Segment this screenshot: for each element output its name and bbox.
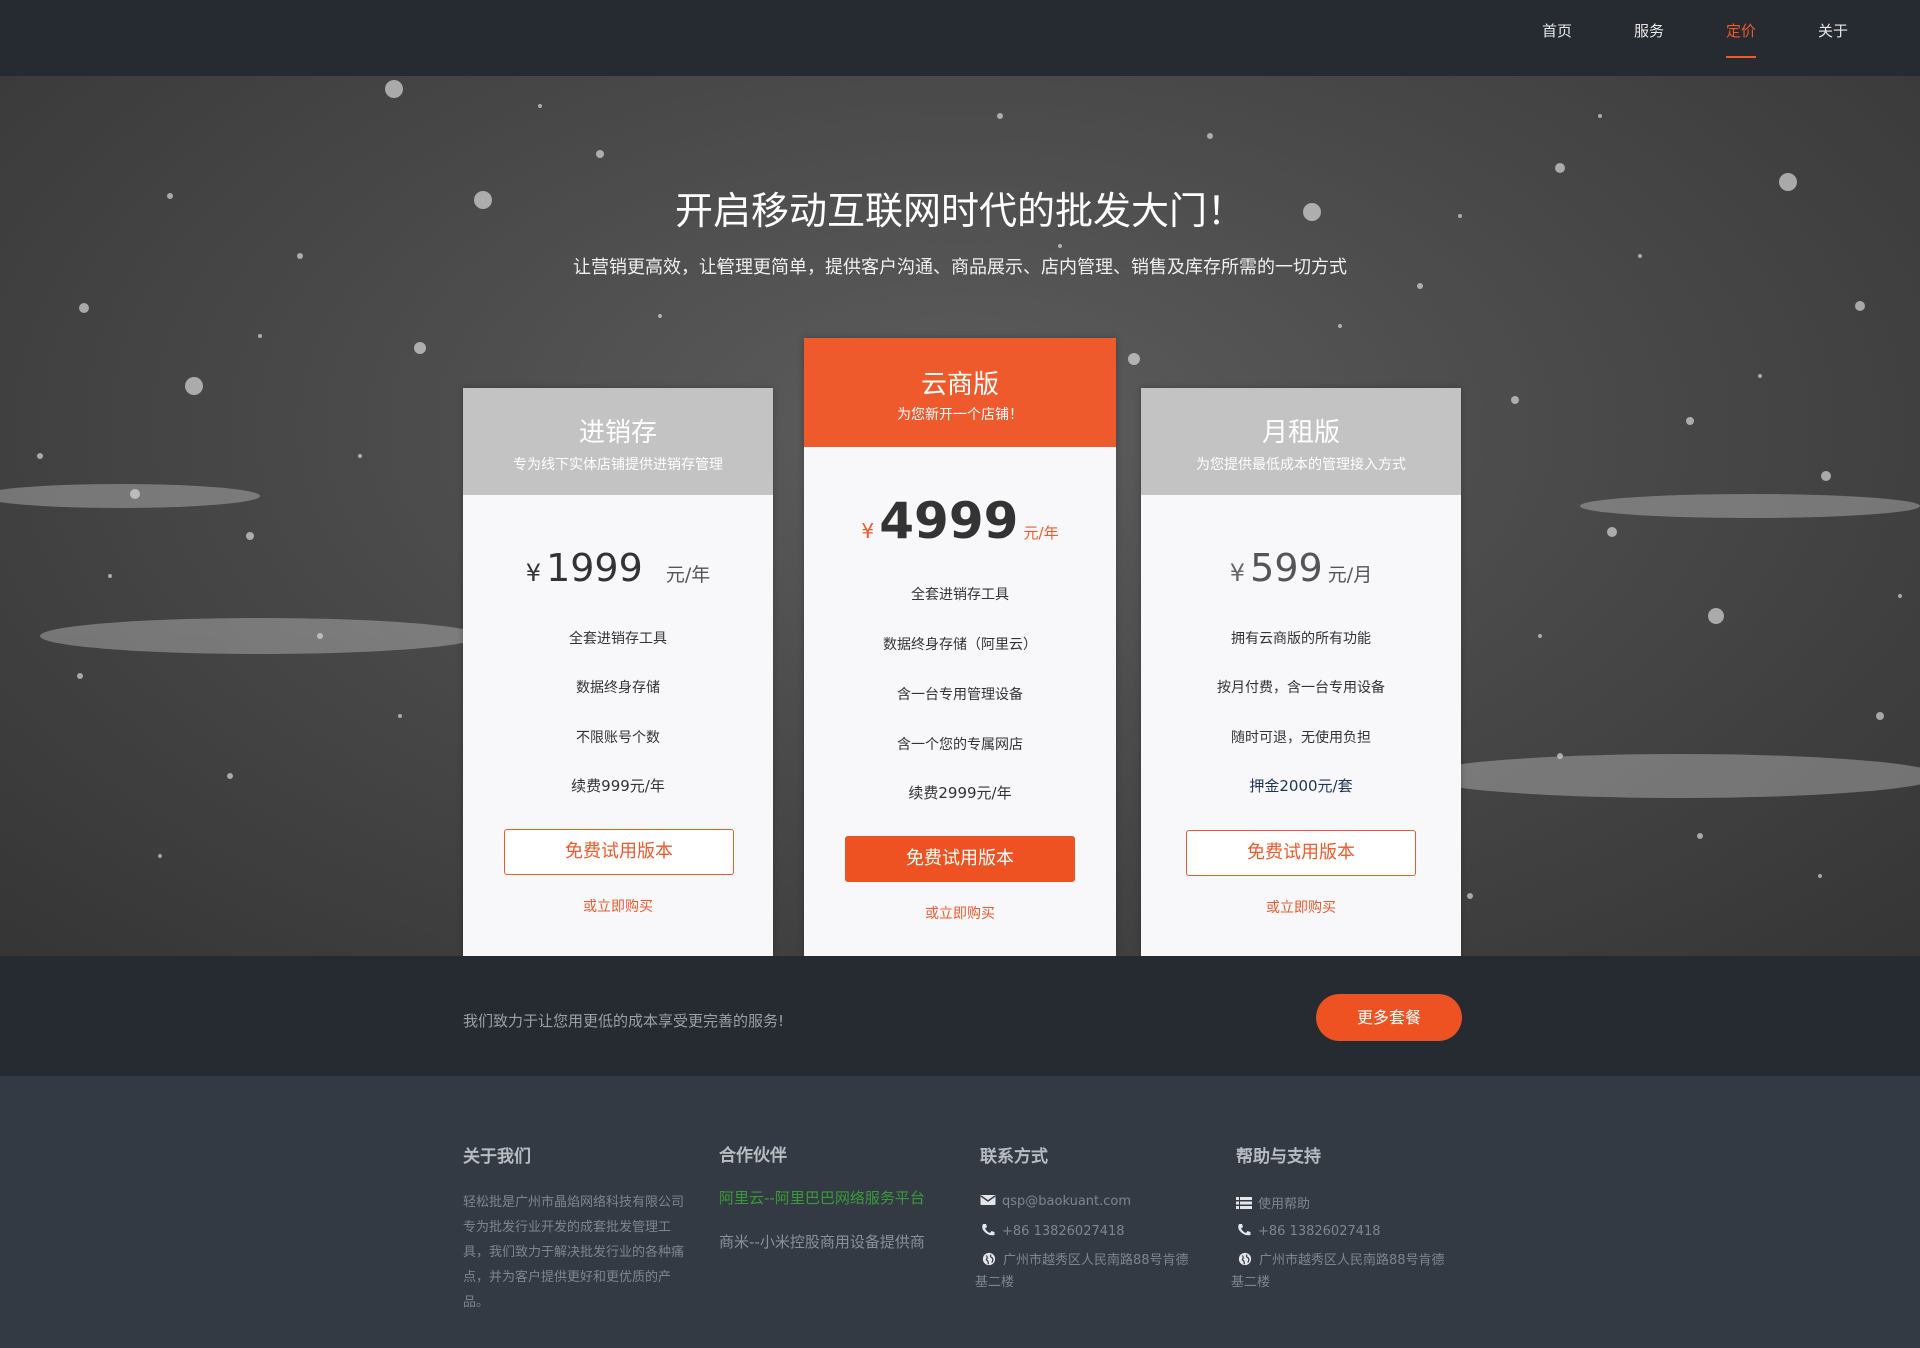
price-currency: ¥	[861, 519, 875, 543]
banner-text: 我们致力于让您用更低的成本享受更完善的服务!	[463, 1012, 785, 1030]
plan-feature: 按月付费，含一台专用设备	[1217, 680, 1385, 696]
partner-link-aliyun[interactable]: 阿里云--阿里巴巴网络服务平台	[719, 1187, 925, 1208]
plan-price: ¥ 1999 元/年	[463, 546, 773, 590]
help-address-text: 广州市越秀区人民南路88号肯德基二楼	[1231, 1253, 1445, 1290]
plan-feature: 随时可退，无使用负担	[1231, 730, 1371, 746]
plan-name: 云商版	[920, 370, 999, 400]
plan-card-cloud: 云商版 为您新开一个店铺！ ¥ 4999 元/年 全套进销存工具 数据终身存储（…	[804, 338, 1116, 956]
footer-heading-about: 关于我们	[463, 1147, 531, 1167]
help-address: 广州市越秀区人民南路88号肯德基二楼	[1231, 1250, 1451, 1294]
nav-active-underline	[1726, 56, 1757, 58]
free-trial-button[interactable]: 免费试用版本	[504, 829, 734, 875]
phone-icon	[982, 1224, 995, 1236]
plan-name: 进销存	[578, 418, 657, 448]
partner-link-sunmi[interactable]: 商米--小米控股商用设备提供商	[719, 1231, 925, 1252]
hero-subtitle: 让营销更高效，让管理更简单，提供客户沟通、商品展示、店内管理、销售及库存所需的一…	[573, 257, 1347, 278]
top-navbar: 首页 服务 定价 关于	[0, 0, 1920, 76]
plan-feature: 押金2000元/套	[1249, 777, 1353, 795]
price-amount: 599	[1250, 546, 1323, 590]
price-unit: 元/年	[665, 564, 711, 586]
plan-card-header: 月租版 为您提供最低成本的管理接入方式	[1141, 388, 1461, 495]
plan-feature: 数据终身存储	[576, 680, 660, 696]
plan-feature: 续费999元/年	[571, 777, 665, 795]
plan-card-header: 进销存 专为线下实体店铺提供进销存管理	[463, 388, 773, 495]
nav-services[interactable]: 服务	[1634, 20, 1664, 41]
plan-card-monthly: 月租版 为您提供最低成本的管理接入方式 ¥ 599 元/月 拥有云商版的所有功能…	[1141, 388, 1461, 956]
plan-price: ¥ 599 元/月	[1141, 546, 1461, 590]
plan-card-inventory: 进销存 专为线下实体店铺提供进销存管理 ¥ 1999 元/年 全套进销存工具 数…	[463, 388, 773, 956]
help-phone: +86 13826027418	[1236, 1223, 1381, 1239]
contact-phone: +86 13826027418	[980, 1223, 1125, 1239]
globe-icon	[982, 1252, 996, 1266]
free-trial-button[interactable]: 免费试用版本	[845, 836, 1075, 882]
nav-pricing[interactable]: 定价	[1726, 20, 1757, 58]
plan-name: 月租版	[1261, 418, 1340, 448]
buy-now-link[interactable]: 或立即购买	[804, 903, 1116, 923]
contact-email[interactable]: qsp@baokuant.com	[980, 1193, 1131, 1209]
price-amount: 4999	[879, 492, 1019, 550]
plan-price: ¥ 4999 元/年	[804, 492, 1116, 550]
plan-tagline: 为您提供最低成本的管理接入方式	[1196, 457, 1406, 473]
price-unit: 元/年	[1023, 524, 1059, 542]
plan-feature: 数据终身存储（阿里云）	[883, 637, 1037, 653]
plan-feature: 全套进销存工具	[569, 631, 667, 647]
free-trial-button[interactable]: 免费试用版本	[1186, 830, 1416, 876]
buy-now-link[interactable]: 或立即购买	[463, 896, 773, 916]
contact-address-text: 广州市越秀区人民南路88号肯德基二楼	[975, 1253, 1189, 1290]
nav-about[interactable]: 关于	[1818, 20, 1848, 41]
footer: 关于我们 轻松批是广州市晶焰网络科技有限公司专为批发行业开发的成套批发管理工具，…	[0, 1076, 1920, 1348]
plan-feature: 不限账号个数	[576, 730, 660, 746]
footer-about-text: 轻松批是广州市晶焰网络科技有限公司专为批发行业开发的成套批发管理工具，我们致力于…	[463, 1195, 685, 1310]
phone-icon	[1238, 1224, 1251, 1236]
footer-heading-help: 帮助与支持	[1236, 1147, 1321, 1167]
footer-heading-contact: 联系方式	[980, 1147, 1048, 1167]
nav-pricing-label: 定价	[1726, 23, 1757, 40]
buy-now-link[interactable]: 或立即购买	[1141, 897, 1461, 917]
plan-tagline: 专为线下实体店铺提供进销存管理	[513, 457, 723, 473]
help-usage-link[interactable]: 使用帮助	[1236, 1193, 1310, 1212]
price-currency: ¥	[525, 559, 541, 587]
hero-title: 开启移动互联网时代的批发大门！	[674, 189, 1245, 233]
plan-feature: 续费2999元/年	[908, 784, 1012, 802]
plan-feature: 含一台专用管理设备	[897, 687, 1023, 703]
footer-heading-partners: 合作伙伴	[719, 1146, 787, 1166]
contact-phone-text: +86 13826027418	[1002, 1224, 1125, 1239]
promo-banner: 我们致力于让您用更低的成本享受更完善的服务! 更多套餐	[0, 956, 1920, 1076]
help-phone-text: +86 13826027418	[1258, 1224, 1381, 1239]
more-plans-button[interactable]: 更多套餐	[1316, 994, 1462, 1041]
plan-tagline: 为您新开一个店铺！	[897, 407, 1023, 423]
email-icon	[980, 1195, 996, 1205]
plan-card-header: 云商版 为您新开一个店铺！	[804, 338, 1116, 447]
list-icon	[1236, 1197, 1252, 1209]
price-unit: 元/月	[1327, 564, 1373, 586]
nav-home[interactable]: 首页	[1542, 20, 1572, 41]
help-usage-text: 使用帮助	[1258, 1197, 1311, 1212]
price-currency: ¥	[1229, 559, 1246, 587]
contact-address: 广州市越秀区人民南路88号肯德基二楼	[975, 1250, 1195, 1294]
contact-email-text: qsp@baokuant.com	[1002, 1194, 1132, 1209]
globe-icon	[1238, 1252, 1252, 1266]
plan-feature: 含一个您的专属网店	[897, 737, 1023, 753]
plan-feature: 拥有云商版的所有功能	[1231, 631, 1371, 647]
price-amount: 1999	[546, 546, 643, 590]
plan-feature: 全套进销存工具	[911, 587, 1009, 603]
